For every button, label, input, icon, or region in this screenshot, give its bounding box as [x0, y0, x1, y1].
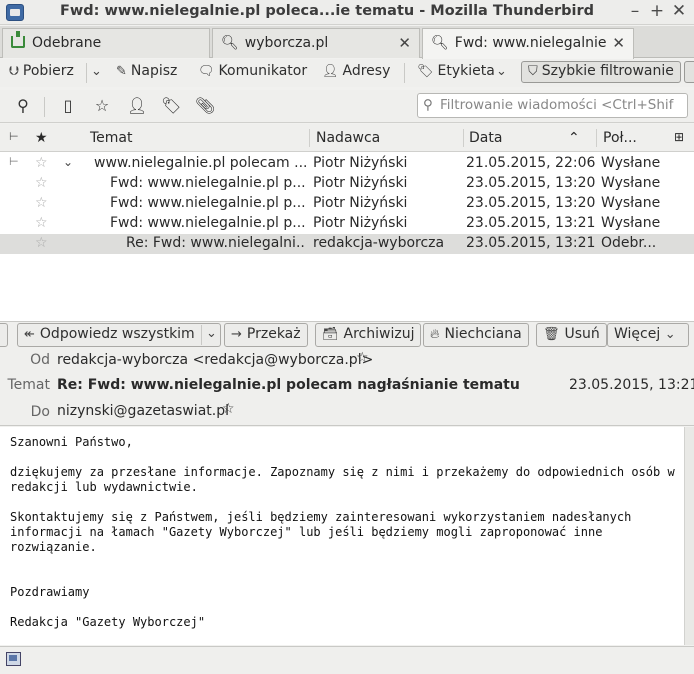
filter-icon: ⛉ — [528, 64, 538, 79]
starred-filter-icon[interactable]: ☆ — [92, 96, 112, 115]
write-button[interactable]: ✎ Napisz — [116, 63, 177, 85]
chat-bubble-icon: 🗨︎ — [198, 64, 215, 79]
table-row[interactable]: ⊢ ☆ ⌄ www.nielegalnie.pl polecam ... Pio… — [0, 154, 694, 174]
star-icon[interactable]: ☆ — [35, 195, 48, 211]
star-icon[interactable]: ☆ — [35, 155, 48, 171]
tag-dropdown[interactable]: ⌄ — [496, 63, 511, 85]
tag-button[interactable]: 🏷︎ Etykieta — [417, 63, 495, 85]
chevron-down-icon: ⌄ — [496, 64, 507, 79]
column-date[interactable]: Data — [469, 130, 502, 146]
column-folder[interactable]: Poł... — [603, 130, 637, 146]
overflow-button[interactable] — [684, 61, 694, 83]
tag-filter-icon[interactable]: 🏷︎ — [161, 96, 181, 115]
archive-button[interactable]: 🗃︎ Archiwizuj — [315, 323, 422, 347]
star-icon[interactable]: ☆ — [35, 175, 48, 191]
column-picker-icon[interactable]: ⊞ — [674, 130, 684, 144]
inbox-icon — [11, 31, 25, 48]
pencil-icon: ✎ — [116, 64, 127, 79]
search-icon: ⚲ — [423, 97, 433, 113]
address-book-button[interactable]: 👤︎ Adresy — [322, 63, 390, 85]
star-icon[interactable]: ☆ — [35, 215, 48, 231]
search-icon: 🔍︎ — [221, 35, 239, 51]
star-icon[interactable]: ☆ — [222, 401, 235, 417]
main-toolbar: ⮋ Pobierz ⌄ ✎ Napisz 🗨︎ Komunikator 👤︎ Adres… — [0, 59, 694, 87]
reply-button[interactable] — [0, 323, 8, 347]
close-window-icon[interactable]: ✕ — [669, 1, 689, 21]
sticky-pin-icon[interactable]: ⚲ — [13, 96, 33, 115]
column-headers: ⊢ ★ Temat Nadawca Data ⌃ Poł... ⊞ — [0, 124, 694, 152]
column-from[interactable]: Nadawca — [316, 130, 380, 146]
contact-filter-icon[interactable]: 👤︎ — [127, 96, 147, 115]
close-tab-icon[interactable]: ✕ — [608, 34, 625, 52]
more-button[interactable]: Więcej ⌄ — [607, 323, 689, 347]
delete-button[interactable]: 🗑︎ Usuń — [536, 323, 607, 347]
status-bar — [0, 646, 694, 674]
title-bar: Fwd: www.nielegalnie.pl poleca...ie tema… — [0, 0, 694, 25]
tag-icon: 🏷︎ — [417, 64, 434, 79]
message-body: Szanowni Państwo, dziękujemy za przesłan… — [0, 427, 694, 645]
table-row[interactable]: ☆ Re: Fwd: www.nielegalni... redakcja-wy… — [0, 234, 694, 254]
to-label: Do — [30, 404, 50, 420]
tab-message[interactable]: 🔍︎ Fwd: www.nielegalnie.pl ✕ — [422, 28, 634, 59]
trash-icon: 🗑︎ — [543, 327, 560, 342]
chevron-down-icon: ⌄ — [664, 327, 676, 342]
reply-all-button[interactable]: ↞ Odpowiedz wszystkim — [17, 323, 221, 347]
thread-list: ⊢ ★ Temat Nadawca Data ⌃ Poł... ⊞ ⊢ ☆ ⌄ … — [0, 124, 694, 322]
junk-button[interactable]: 🔥︎ Niechciana — [423, 323, 529, 347]
forward-button[interactable]: → Przekaż — [224, 323, 308, 347]
starred-column-icon[interactable]: ★ — [35, 130, 48, 146]
filter-messages-input[interactable]: ⚲ Filtrowanie wiadomości <Ctrl+Shif — [417, 93, 688, 118]
message-header: Od redakcja-wyborcza <redakcja@wyborcza.… — [0, 348, 694, 426]
maximize-icon[interactable]: + — [647, 1, 667, 21]
online-status-icon[interactable] — [6, 652, 21, 666]
twisty-open-icon[interactable]: ⌄ — [63, 155, 73, 169]
close-tab-icon[interactable]: ✕ — [398, 34, 411, 52]
unread-filter-icon[interactable]: ▯ — [58, 96, 78, 115]
subject-value: Re: Fwd: www.nielegalnie.pl polecam nagł… — [57, 377, 520, 393]
table-row[interactable]: ☆ Fwd: www.nielegalnie.pl p... Piotr Niż… — [0, 214, 694, 234]
chevron-down-icon: ⌄ — [91, 64, 102, 79]
contact-icon: 👤︎ — [322, 64, 339, 79]
window-title: Fwd: www.nielegalnie.pl poleca...ie tema… — [59, 3, 594, 19]
forward-arrow-icon: → — [231, 327, 242, 342]
table-row[interactable]: ☆ Fwd: www.nielegalnie.pl p... Piotr Niż… — [0, 194, 694, 214]
get-messages-dropdown[interactable]: ⌄ — [91, 63, 106, 85]
search-icon: 🔍︎ — [431, 35, 449, 51]
column-subject[interactable]: Temat — [90, 130, 133, 146]
reply-all-icon: ↞ — [24, 327, 35, 342]
body-scrollbar[interactable] — [684, 427, 694, 645]
get-messages-button[interactable]: ⮋ Pobierz — [9, 63, 74, 85]
quick-filter-button[interactable]: ⛉ Szybkie filtrowanie — [521, 61, 681, 83]
from-value[interactable]: redakcja-wyborcza <redakcja@wyborcza.pl> — [57, 352, 373, 368]
thread-column-icon[interactable]: ⊢ — [9, 130, 19, 143]
message-date: 23.05.2015, 13:21 — [569, 377, 694, 393]
to-value[interactable]: nizynski@gazetaswiat.pl — [57, 403, 229, 419]
star-icon[interactable]: ☆ — [356, 350, 369, 366]
attachment-filter-icon[interactable]: 📎︎ — [195, 96, 215, 115]
tab-search[interactable]: 🔍︎ wyborcza.pl ✕ — [212, 28, 420, 58]
subject-label: Temat — [7, 377, 51, 393]
star-icon[interactable]: ☆ — [35, 235, 48, 251]
download-icon: ⮋ — [9, 64, 19, 79]
reply-all-dropdown[interactable]: ⌄ — [206, 325, 221, 347]
archive-icon: 🗃︎ — [322, 327, 339, 342]
message-toolbar: ↞ Odpowiedz wszystkim ⌄ → Przekaż 🗃︎ Archiw… — [0, 322, 694, 348]
tab-bar: Odebrane 🔍︎ wyborcza.pl ✕ 🔍︎ Fwd: www.niel… — [0, 26, 694, 59]
flame-icon: 🔥︎ — [430, 327, 440, 342]
tab-inbox[interactable]: Odebrane — [2, 28, 210, 58]
quick-filter-bar: ⚲ ▯ ☆ 👤︎ 🏷︎ 📎︎ ⚲ Filtrowanie wiadomości <… — [0, 90, 694, 123]
chat-button[interactable]: 🗨︎ Komunikator — [198, 63, 307, 85]
minimize-icon[interactable]: – — [625, 1, 645, 21]
thread-icon: ⊢ — [9, 155, 19, 168]
from-label: Od — [30, 352, 50, 368]
sort-ascending-icon: ⌃ — [568, 130, 580, 146]
table-row[interactable]: ☆ Fwd: www.nielegalnie.pl p... Piotr Niż… — [0, 174, 694, 194]
chevron-down-icon: ⌄ — [206, 326, 217, 341]
